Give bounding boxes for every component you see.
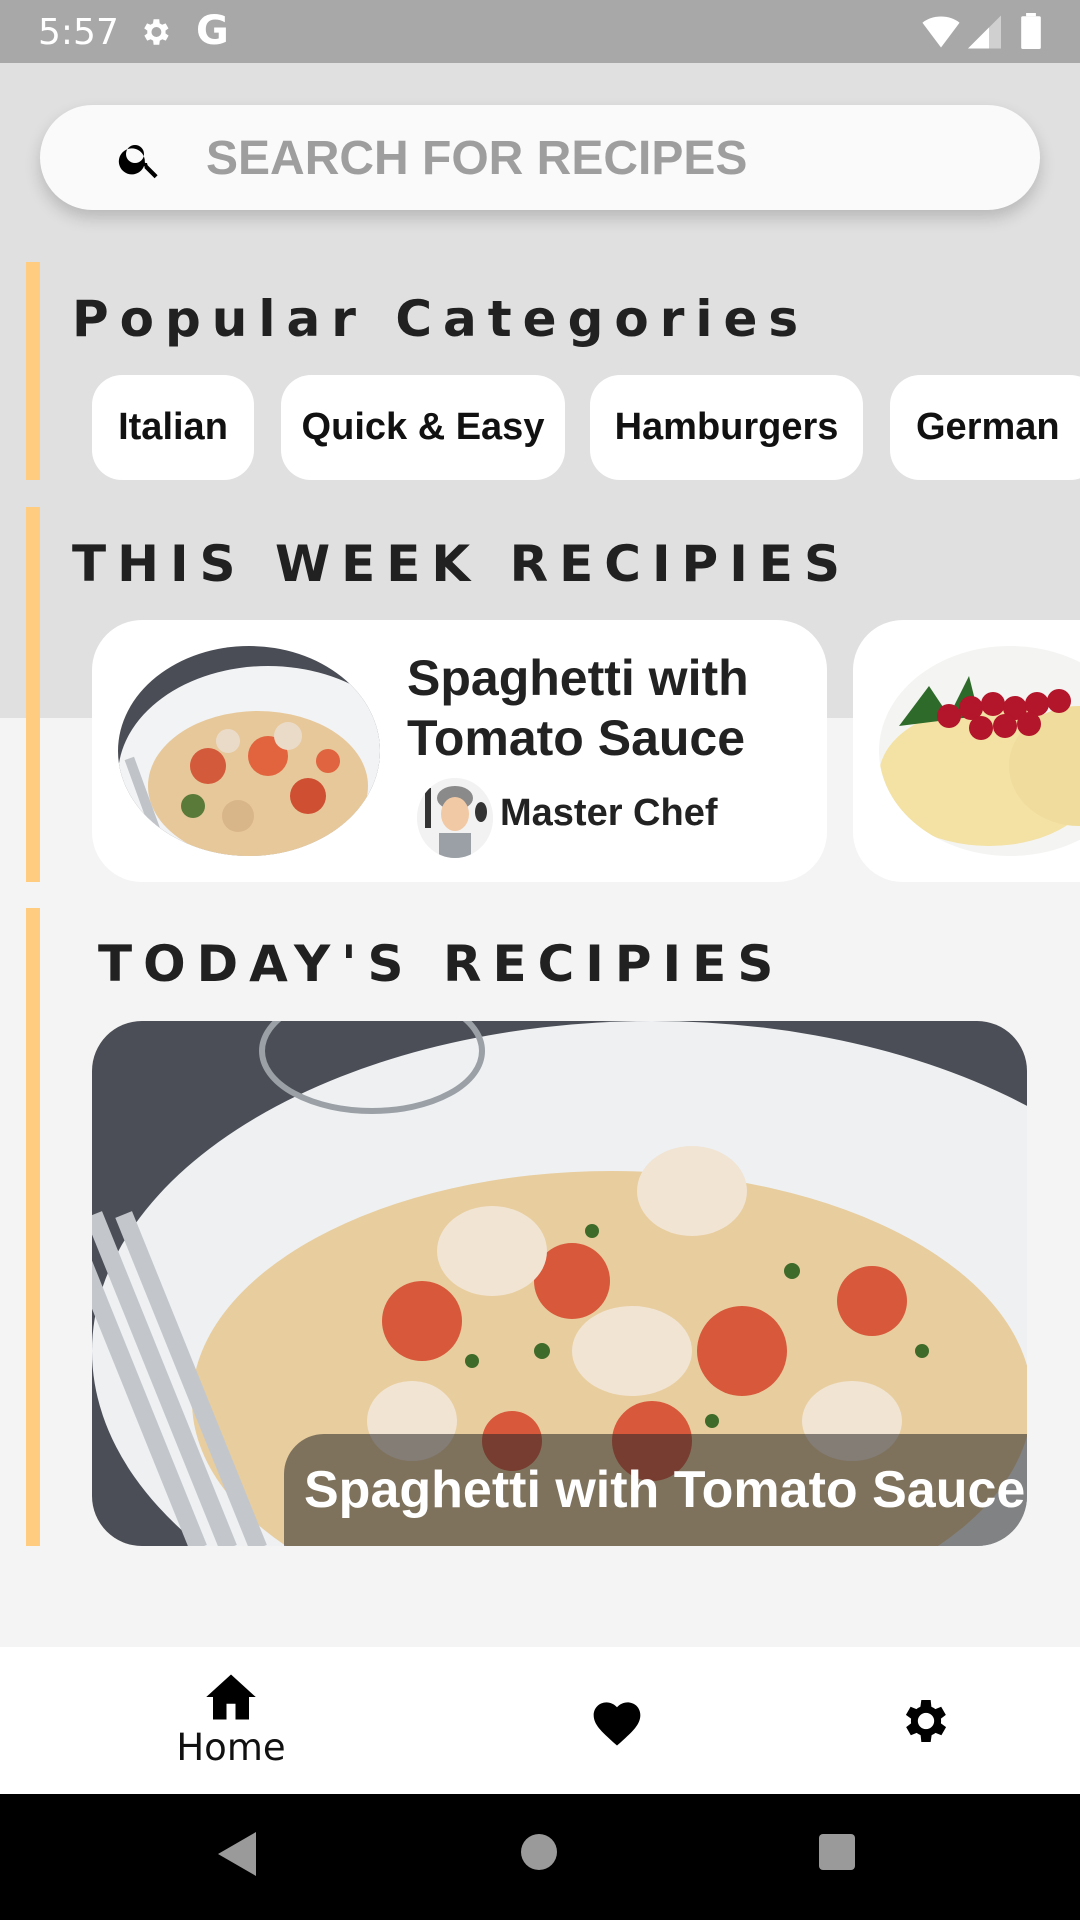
signal-icon <box>968 15 1001 49</box>
chef-avatar <box>417 778 493 858</box>
cheese-dish-image <box>879 646 1080 856</box>
recipe-thumbnail <box>118 646 380 856</box>
popular-categories-title: Popular Categories <box>72 290 810 348</box>
category-chip-german[interactable]: German <box>890 375 1080 480</box>
today-recipe-card[interactable]: Spaghetti with Tomato Sauce <box>92 1021 1027 1546</box>
back-icon[interactable] <box>218 1832 258 1876</box>
chef-name: Master Chef <box>500 792 718 834</box>
nav-home-label: Home <box>176 1726 286 1769</box>
category-chip-quick-easy[interactable]: Quick & Easy <box>281 375 565 480</box>
today-recipe-caption: Spaghetti with Tomato Sauce <box>284 1434 1027 1546</box>
settings-icon <box>144 19 169 45</box>
battery-icon <box>1021 13 1041 49</box>
recents-icon[interactable] <box>817 1832 857 1872</box>
search-bar[interactable] <box>40 105 1040 210</box>
system-navigation-bar <box>0 1794 1080 1920</box>
nav-favorites[interactable] <box>567 1647 667 1794</box>
category-chip-hamburgers[interactable]: Hamburgers <box>590 375 863 480</box>
heart-icon <box>593 1701 641 1745</box>
wifi-icon <box>922 16 960 48</box>
recipe-thumbnail <box>879 646 1080 856</box>
week-recipe-card[interactable] <box>853 620 1080 882</box>
today-title: TODAY'S RECIPIES <box>98 935 785 993</box>
search-icon[interactable] <box>116 135 164 183</box>
status-bar: 5:57 G <box>0 0 1080 63</box>
section-accent-bar <box>26 908 40 1546</box>
bottom-navigation: Home <box>0 1647 1080 1794</box>
this-week-title: THIS WEEK RECIPIES <box>72 535 851 593</box>
nav-settings[interactable] <box>876 1647 976 1794</box>
today-recipe-title: Spaghetti with Tomato Sauce <box>304 1461 1026 1519</box>
section-accent-bar <box>26 507 40 882</box>
category-chip-italian[interactable]: Italian <box>92 375 254 480</box>
google-icon: G <box>196 8 229 54</box>
nav-home[interactable]: Home <box>131 1647 331 1794</box>
week-recipe-card[interactable]: Spaghetti with Tomato Sauce Master Chef <box>92 620 827 882</box>
search-input[interactable] <box>166 123 986 193</box>
home-icon <box>206 1674 256 1720</box>
status-time: 5:57 <box>38 12 119 53</box>
settings-icon <box>905 1699 947 1742</box>
spaghetti-image <box>118 646 380 856</box>
recipe-title: Spaghetti with Tomato Sauce <box>407 650 749 766</box>
section-accent-bar <box>26 262 40 480</box>
home-circle-icon[interactable] <box>519 1832 559 1872</box>
